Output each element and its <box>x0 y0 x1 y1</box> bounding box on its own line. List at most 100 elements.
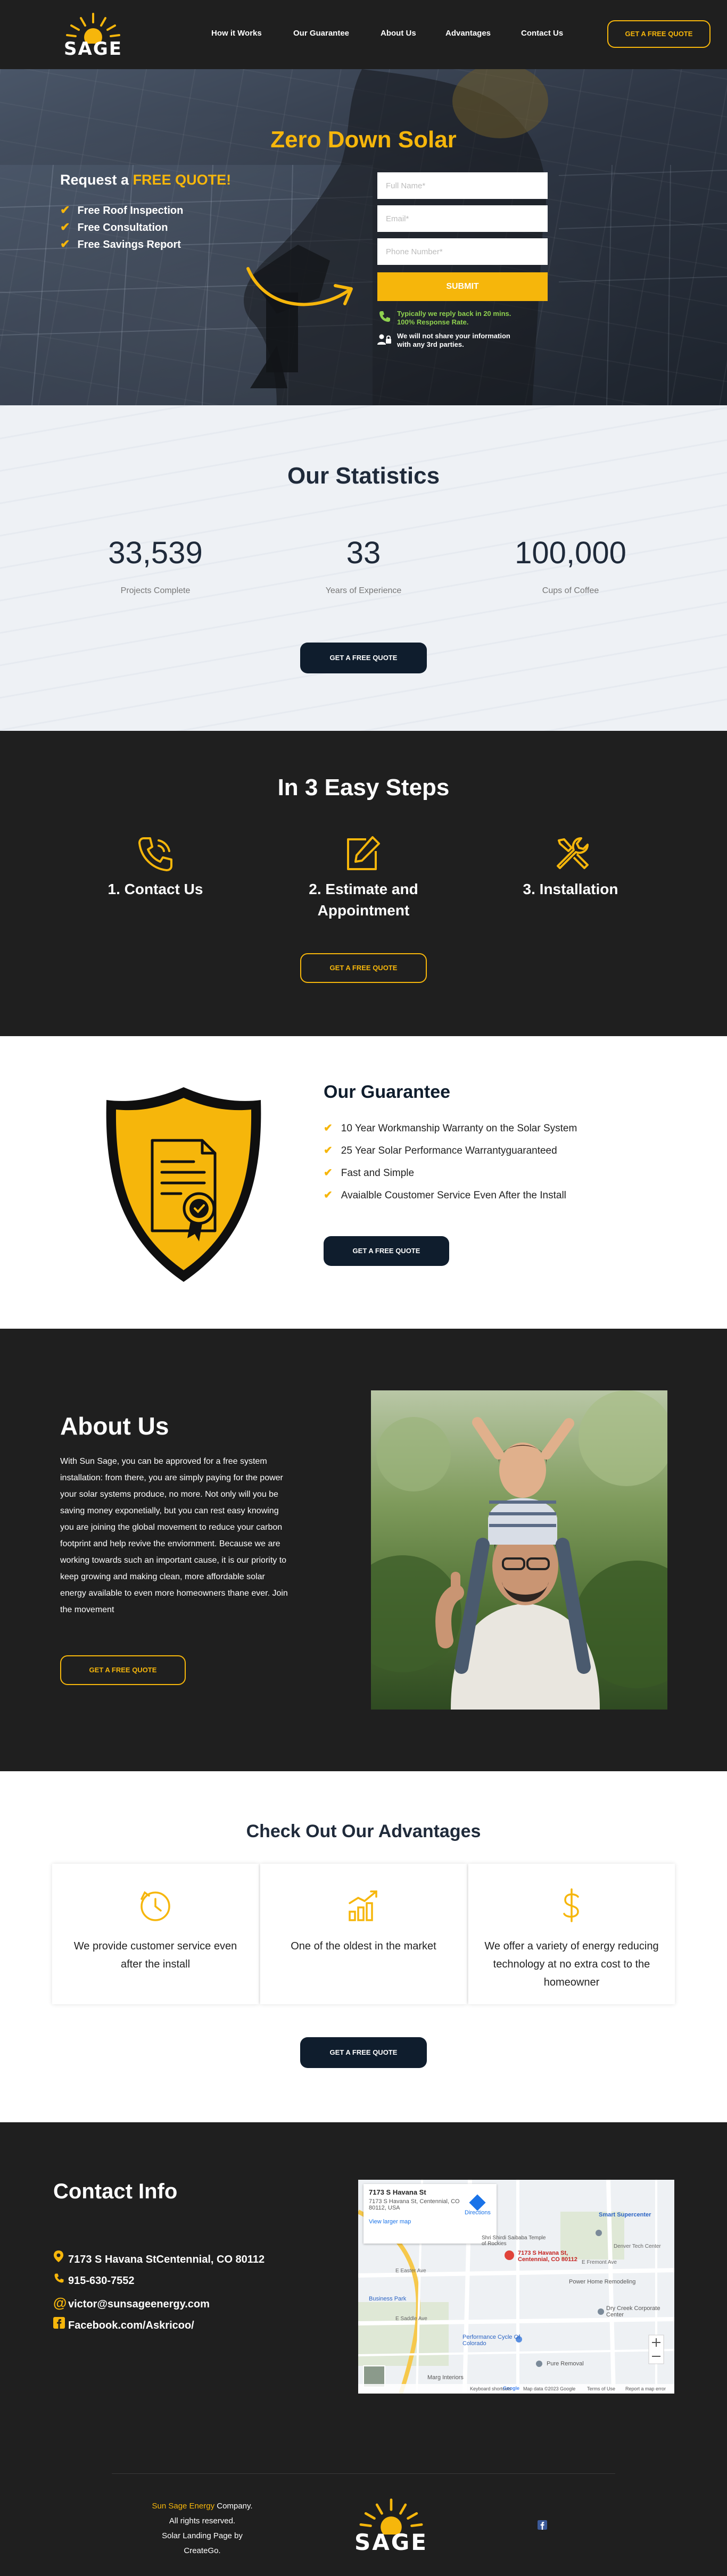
map-place-title: 7173 S Havana St <box>369 2188 426 2196</box>
email-input[interactable] <box>377 205 548 232</box>
footer-company-suffix: Company. <box>214 2502 253 2511</box>
father-child-photo <box>371 1390 667 1710</box>
map-label: Dry Creek Corporate Center <box>606 2305 660 2318</box>
steps-get-quote-button[interactable]: GET A FREE QUOTE <box>300 953 427 983</box>
check-icon: ✔ <box>60 237 70 251</box>
guarantee-item-label: 10 Year Workmanship Warranty on the Sola… <box>341 1123 577 1134</box>
users-lock-icon <box>377 334 391 345</box>
guarantee-get-quote-button[interactable]: GET A FREE QUOTE <box>324 1236 449 1266</box>
stat-label: Projects Complete <box>120 586 191 595</box>
nav-link-about-us[interactable]: About Us <box>381 29 416 38</box>
directions-link[interactable]: Directions <box>465 2194 491 2216</box>
guarantee-item: ✔ Avaialble Coustomer Service Even After … <box>324 1188 566 1202</box>
page: SAGE How it Works Our Guarantee About Us… <box>0 0 727 2576</box>
at-sign-icon: @ <box>53 2295 67 2311</box>
nav-link-contact-us[interactable]: Contact Us <box>521 29 563 38</box>
stats-get-quote-button[interactable]: GET A FREE QUOTE <box>300 643 427 673</box>
hero-request-heading: Request a FREE QUOTE! <box>60 172 231 188</box>
footer-rights: All rights reserved. <box>169 2516 236 2525</box>
nav-get-quote-button[interactable]: GET A FREE QUOTE <box>607 20 711 48</box>
request-highlight: FREE QUOTE! <box>133 172 232 188</box>
father-child-illustration <box>371 1390 667 1710</box>
advantage-text: We offer a variety of energy reducing te… <box>484 1940 659 1988</box>
step-label-line: 2. Estimate and <box>309 881 418 897</box>
check-icon: ✔ <box>324 1122 333 1134</box>
nav-link-our-guarantee[interactable]: Our Guarantee <box>293 29 349 38</box>
check-icon: ✔ <box>324 1167 333 1179</box>
phone-input[interactable] <box>377 238 548 265</box>
phone-icon <box>53 2272 68 2287</box>
about-body: With Sun Sage, you can be approved for a… <box>60 1457 288 1614</box>
feature-label: Free Roof Inspection <box>77 205 184 216</box>
facebook-icon <box>53 2317 68 2332</box>
map-label: Smart Supercenter <box>599 2212 651 2218</box>
guarantee-section: Our Guarantee ✔ 10 Year Workmanship Warra… <box>0 1036 727 1329</box>
check-icon: ✔ <box>324 1189 333 1201</box>
response-note-line: 100% Response Rate. <box>397 318 469 326</box>
contact-facebook[interactable]: Facebook.com/Askricoo/ <box>53 2317 194 2332</box>
contact-facebook-text: Facebook.com/Askricoo/ <box>68 2320 194 2331</box>
stat-value: 33 <box>346 536 381 570</box>
stat-value: 33,539 <box>108 536 203 570</box>
contact-phone[interactable]: 915-630-7552 <box>53 2272 135 2287</box>
nav-link-how-it-works[interactable]: How it Works <box>211 29 262 38</box>
advantage-card: One of the oldest in the market <box>260 1864 467 2004</box>
contact-phone-text: 915-630-7552 <box>68 2275 135 2287</box>
shield-document-icon <box>106 1087 261 1282</box>
facebook-icon[interactable] <box>538 2520 547 2530</box>
footer-credit: Solar Landing Page by CreateGo. <box>162 2531 243 2555</box>
map-label: E Fremont Ave <box>582 2260 617 2265</box>
footer-company-name[interactable]: Sun Sage Energy <box>152 2502 214 2511</box>
map-label: Pure Removal <box>547 2361 584 2367</box>
feature-item: ✔ Free Consultation <box>60 220 168 234</box>
map-label: E Saddle Ave <box>395 2316 427 2322</box>
map-label: Business Park <box>369 2296 407 2302</box>
footer-copyright: Sun Sage Energy Company. All rights rese… <box>149 2499 255 2558</box>
full-name-input[interactable] <box>377 172 548 199</box>
feature-item: ✔ Free Savings Report <box>60 237 181 251</box>
map-label: Performance Cycle Of Colorado <box>462 2334 521 2347</box>
view-larger-map-link[interactable]: View larger map <box>369 2219 491 2225</box>
edit-icon <box>347 836 380 870</box>
contact-email[interactable]: @ victor@sunsageenergy.com <box>53 2295 210 2311</box>
brand-wordmark: SAGE <box>64 38 122 60</box>
request-prefix: Request a <box>60 172 129 188</box>
map-label: Shri Shirdi Saibaba Temple of Rockies <box>482 2235 546 2247</box>
check-icon: ✔ <box>60 203 70 216</box>
privacy-note: We will not share your information with … <box>397 332 510 349</box>
guarantee-item: ✔ 25 Year Solar Performance Warrantyguara… <box>324 1144 557 1157</box>
advantage-text: We provide customer service even after t… <box>73 1940 237 1970</box>
terms-link[interactable]: Terms of Use <box>587 2386 615 2391</box>
keyboard-shortcuts-link[interactable]: Keyboard shortcuts <box>470 2386 511 2391</box>
map-place-card: 7173 S Havana St 7173 S Havana St, Cente… <box>363 2184 497 2244</box>
statistics-title: Our Statistics <box>287 463 440 489</box>
map-footer-bar: Google Keyboard shortcuts Map data ©2023… <box>358 2384 674 2394</box>
map-data-attribution: Map data ©2023 Google <box>523 2386 576 2391</box>
hero-section: Zero Down Solar Request a FREE QUOTE! ✔ F… <box>0 69 727 405</box>
contact-section: Contact Info 7173 S Havana StCentennial,… <box>0 2122 727 2576</box>
footer-divider <box>112 2473 615 2474</box>
guarantee-item: ✔ 10 Year Workmanship Warranty on the Sol… <box>324 1121 577 1135</box>
feature-label: Free Consultation <box>77 222 168 234</box>
hero-title: Zero Down Solar <box>270 127 457 153</box>
footer-logo[interactable]: SAGE <box>346 2497 436 2556</box>
dollar-icon <box>563 1888 579 1922</box>
submit-button[interactable]: SUBMIT <box>377 272 548 301</box>
guarantee-title: Our Guarantee <box>324 1082 451 1102</box>
phone-icon <box>138 837 172 871</box>
steps-title: In 3 Easy Steps <box>277 774 450 801</box>
nav-link-advantages[interactable]: Advantages <box>445 29 491 38</box>
stat-label: Cups of Coffee <box>542 586 599 595</box>
statistics-section: Our Statistics 33,539 Projects Complete … <box>0 405 727 731</box>
report-error-link[interactable]: Report a map error <box>625 2386 666 2391</box>
steps-section: In 3 Easy Steps 1. Contact Us 2. Estimat… <box>0 731 727 1036</box>
privacy-note-line: with any 3rd parties. <box>397 340 464 348</box>
about-get-quote-button[interactable]: GET A FREE QUOTE <box>60 1655 186 1685</box>
embedded-map[interactable]: 7173 S Havana St 7173 S Havana St, Cente… <box>358 2180 674 2394</box>
advantages-get-quote-button[interactable]: GET A FREE QUOTE <box>300 2037 427 2068</box>
phone-check-icon <box>379 311 390 322</box>
map-label: Denver Tech Center <box>614 2244 661 2249</box>
contact-address: 7173 S Havana StCentennial, CO 80112 <box>53 2250 265 2266</box>
brand-logo[interactable]: SAGE <box>59 12 128 60</box>
contact-title: Contact Info <box>53 2180 178 2203</box>
